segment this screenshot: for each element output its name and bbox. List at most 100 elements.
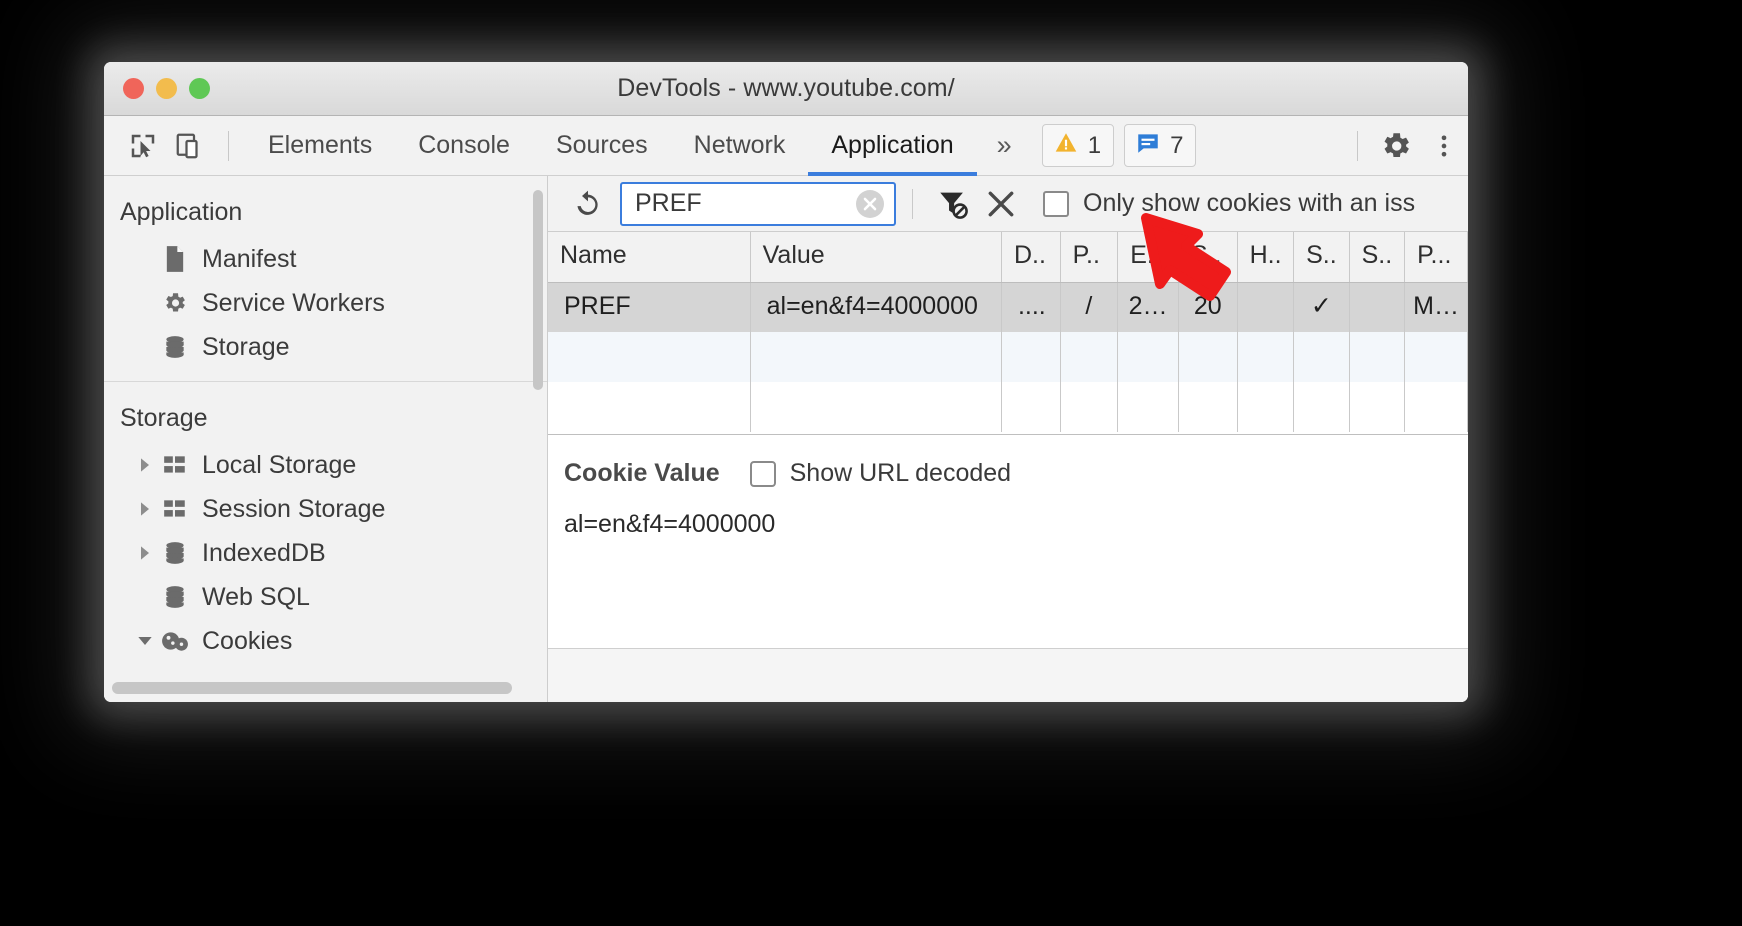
column-header-priority[interactable]: P...: [1404, 232, 1468, 283]
inspect-element-icon[interactable]: [120, 124, 166, 168]
document-icon: [160, 245, 190, 273]
clear-filtered-cookies-icon[interactable]: [929, 180, 977, 228]
only-issues-label: Only show cookies with an iss: [1083, 189, 1416, 217]
message-count: 7: [1170, 131, 1184, 159]
only-issues-checkbox[interactable]: [1043, 190, 1069, 217]
sidebar-item-label: Session Storage: [202, 494, 386, 523]
tab-network[interactable]: Network: [671, 116, 809, 175]
sidebar-item-manifest[interactable]: Manifest: [104, 237, 547, 281]
filter-input-value: PREF: [635, 189, 702, 217]
cookies-toolbar: PREF Only show cookies with an iss: [548, 176, 1468, 232]
cookie-filter-input[interactable]: PREF: [620, 181, 896, 226]
cookie-icon: [160, 628, 190, 654]
cookies-table: Name Value D.. P.. E... S.. H.. S.. S.. …: [548, 232, 1468, 432]
window-titlebar: DevTools - www.youtube.com/: [104, 62, 1468, 116]
clear-input-icon[interactable]: [856, 189, 884, 218]
sidebar-item-label: Local Storage: [202, 450, 357, 479]
gear-icon[interactable]: [1372, 122, 1420, 170]
device-toolbar-icon[interactable]: [166, 124, 212, 168]
cookies-table-container: Name Value D.. P.. E... S.. H.. S.. S.. …: [548, 232, 1468, 435]
column-header-path[interactable]: P..: [1060, 232, 1119, 283]
sidebar-section-storage: Storage Local Storage Session Storage In…: [104, 382, 547, 663]
sidebar-section-title-storage: Storage: [120, 404, 208, 432]
toolbar-divider-2: [1357, 130, 1358, 161]
show-url-decoded-checkbox[interactable]: [749, 460, 776, 487]
warning-count: 1: [1087, 131, 1102, 159]
more-tabs-button[interactable]: »: [977, 116, 1032, 175]
cookie-value-text: al=en&f4=4000000: [564, 510, 776, 538]
warning-triangle-icon: [1053, 130, 1079, 161]
column-header-name[interactable]: Name: [548, 232, 751, 283]
sidebar-item-label: Web SQL: [202, 582, 310, 611]
window-title: DevTools - www.youtube.com/: [617, 74, 955, 102]
only-issues-checkbox-row[interactable]: Only show cookies with an iss: [1043, 189, 1415, 218]
cookie-value-title: Cookie Value: [564, 459, 720, 487]
message-badge[interactable]: 7: [1124, 124, 1197, 167]
chevron-right-icon[interactable]: [134, 501, 156, 517]
database-icon: [160, 334, 190, 360]
kebab-menu-icon[interactable]: [1420, 122, 1468, 170]
cell-priority[interactable]: M…: [1404, 282, 1468, 332]
column-header-expires[interactable]: E...: [1117, 232, 1179, 283]
table-grid-icon: [160, 498, 190, 520]
gear-icon: [160, 290, 190, 316]
sidebar-item-storage[interactable]: Storage: [104, 325, 547, 369]
cell-secure[interactable]: ✓: [1293, 282, 1350, 332]
status-badges: 1 7: [1041, 124, 1197, 167]
database-icon: [160, 540, 190, 566]
cookies-table-header-row: Name Value D.. P.. E... S.. H.. S.. S.. …: [548, 232, 1468, 283]
table-grid-icon: [160, 454, 190, 476]
sidebar-item-label: IndexedDB: [202, 538, 326, 567]
tab-application[interactable]: Application: [808, 116, 977, 176]
sidebar-item-session-storage[interactable]: Session Storage: [104, 487, 547, 531]
tab-elements[interactable]: Elements: [245, 116, 395, 175]
cell-samesite[interactable]: [1349, 282, 1406, 332]
column-header-value[interactable]: Value: [750, 232, 1002, 283]
cell-name[interactable]: PREF: [548, 282, 751, 332]
database-icon: [160, 584, 190, 610]
toolbar-right-actions: [1343, 122, 1468, 170]
sidebar-item-local-storage[interactable]: Local Storage: [104, 443, 547, 487]
cookie-preview-header: Cookie Value Show URL decoded: [564, 459, 1468, 488]
clear-all-cookies-icon[interactable]: [977, 180, 1025, 228]
sidebar-item-service-workers[interactable]: Service Workers: [104, 281, 547, 325]
devtools-body: Application Manifest Service Workers Sto…: [104, 176, 1468, 702]
application-sidebar: Application Manifest Service Workers Sto…: [104, 176, 548, 702]
column-header-samesite[interactable]: S..: [1349, 232, 1406, 283]
chevron-right-icon[interactable]: [134, 457, 156, 473]
screenshot-root: DevTools - www.youtube.com/ Elements Con…: [0, 0, 1742, 926]
sidebar-vertical-scrollbar[interactable]: [533, 190, 543, 390]
refresh-icon[interactable]: [564, 188, 612, 220]
devtools-tabbar: Elements Console Sources Network Applica…: [104, 116, 1468, 176]
chevron-right-icon[interactable]: [134, 545, 156, 561]
table-row[interactable]: PREF al=en&f4=4000000 .... / 2… 20 ✓ M…: [548, 282, 1468, 332]
sidebar-item-indexeddb[interactable]: IndexedDB: [104, 531, 547, 575]
column-header-size[interactable]: S..: [1178, 232, 1238, 283]
sidebar-section-title-application: Application: [120, 198, 243, 226]
cell-size[interactable]: 20: [1178, 282, 1238, 332]
table-row[interactable]: [548, 382, 1468, 432]
cookie-preview-pane: Cookie Value Show URL decoded al=en&f4=4…: [548, 435, 1468, 702]
table-row[interactable]: [548, 332, 1468, 382]
devtools-window: DevTools - www.youtube.com/ Elements Con…: [104, 62, 1468, 702]
sidebar-item-label: Storage: [202, 332, 290, 361]
warning-badge[interactable]: 1: [1041, 124, 1115, 167]
cell-expires[interactable]: 2…: [1117, 282, 1179, 332]
sidebar-section-application: Application Manifest Service Workers Sto…: [104, 176, 547, 369]
column-header-secure[interactable]: S..: [1293, 232, 1350, 283]
sidebar-item-web-sql[interactable]: Web SQL: [104, 575, 547, 619]
cell-httponly[interactable]: [1237, 282, 1295, 332]
chevron-down-icon[interactable]: [134, 633, 156, 649]
cell-domain[interactable]: ....: [1001, 282, 1061, 332]
sidebar-item-label: Cookies: [202, 626, 293, 655]
panel-tabs: Elements Console Sources Network Applica…: [245, 116, 977, 176]
tab-console[interactable]: Console: [395, 116, 533, 175]
toolbar-divider: [228, 130, 229, 161]
sidebar-item-cookies[interactable]: Cookies: [104, 619, 547, 663]
column-header-domain[interactable]: D..: [1001, 232, 1061, 283]
cell-path[interactable]: /: [1060, 282, 1119, 332]
cell-value[interactable]: al=en&f4=4000000: [750, 282, 1002, 332]
sidebar-horizontal-scrollbar[interactable]: [112, 682, 512, 694]
column-header-httponly[interactable]: H..: [1237, 232, 1295, 283]
tab-sources[interactable]: Sources: [533, 116, 671, 175]
